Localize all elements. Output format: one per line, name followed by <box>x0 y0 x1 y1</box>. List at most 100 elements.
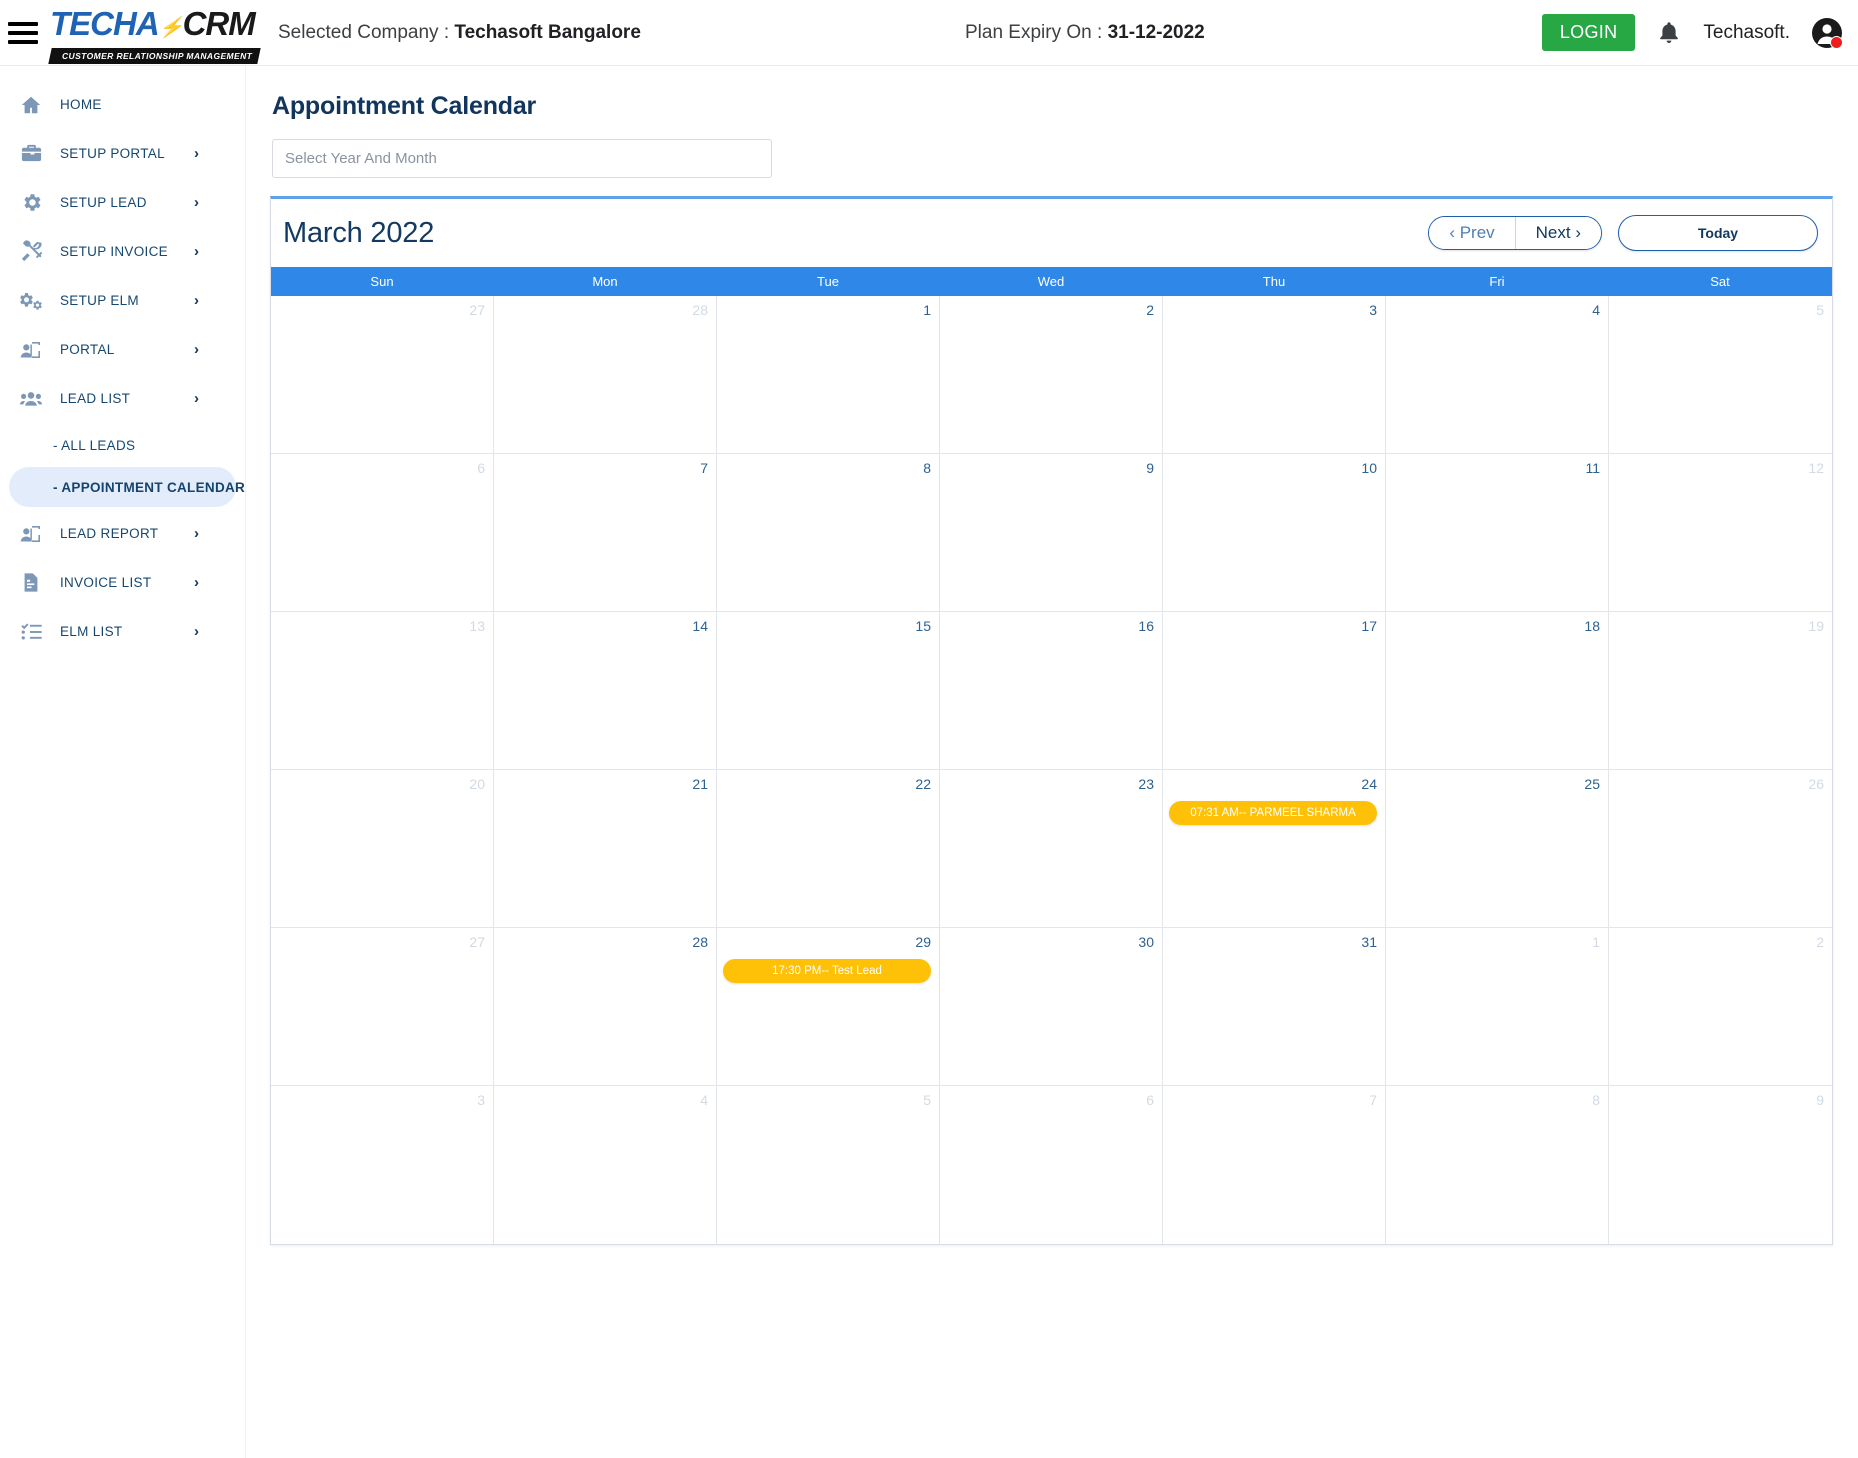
sidebar-item-setup-elm[interactable]: SETUP ELM › <box>0 276 245 325</box>
calendar-day-header: Tue <box>717 267 940 296</box>
gear-icon <box>18 190 44 216</box>
calendar-day-number: 13 <box>469 618 485 634</box>
calendar-day-cell[interactable]: 28 <box>494 296 717 453</box>
today-button[interactable]: Today <box>1618 215 1818 251</box>
plan-expiry: Plan Expiry On : 31-12-2022 <box>965 22 1205 44</box>
user-name-label: Techasoft. <box>1703 21 1790 43</box>
calendar-day-number: 14 <box>692 618 708 634</box>
calendar-day-cell[interactable]: 29 17:30 PM-- Test Lead <box>717 928 940 1085</box>
hamburger-menu-icon[interactable] <box>8 21 42 44</box>
calendar-day-number: 27 <box>469 934 485 950</box>
calendar-day-cell[interactable]: 14 <box>494 612 717 769</box>
calendar-day-cell[interactable]: 30 <box>940 928 1163 1085</box>
sidebar-item-appointment-calendar[interactable]: - APPOINTMENT CALENDAR <box>9 467 245 507</box>
calendar-day-cell[interactable]: 27 <box>271 296 494 453</box>
calendar-day-cell[interactable]: 11 <box>1386 454 1609 611</box>
calendar-day-cell[interactable]: 3 <box>271 1086 494 1244</box>
chevron-right-icon[interactable]: › <box>194 244 199 259</box>
calendar-day-cell[interactable]: 22 <box>717 770 940 927</box>
sidebar-item-lead-report[interactable]: LEAD REPORT › <box>0 509 245 558</box>
selected-company-value: Techasoft Bangalore <box>454 21 641 43</box>
gears-icon <box>18 288 44 314</box>
calendar-day-cell[interactable]: 17 <box>1163 612 1386 769</box>
avatar[interactable] <box>1812 17 1843 49</box>
calendar-day-cell[interactable]: 8 <box>717 454 940 611</box>
calendar-day-cell[interactable]: 15 <box>717 612 940 769</box>
calendar-week-row: 27 28 1 2 3 4 5 <box>271 296 1832 454</box>
selected-company: Selected Company : Techasoft Bangalore <box>278 22 641 44</box>
sidebar-item-setup-lead[interactable]: SETUP LEAD › <box>0 178 245 227</box>
sidebar-item-all-leads[interactable]: - ALL LEADS <box>9 425 236 465</box>
calendar-day-cell[interactable]: 13 <box>271 612 494 769</box>
year-month-input[interactable] <box>272 139 772 178</box>
chevron-right-icon[interactable]: › <box>194 293 199 308</box>
calendar-day-cell[interactable]: 2 <box>940 296 1163 453</box>
calendar-day-cell[interactable]: 9 <box>940 454 1163 611</box>
sidebar-item-lead-list[interactable]: LEAD LIST › <box>0 374 245 423</box>
sidebar-item-elm-list[interactable]: ELM LIST › <box>0 607 245 656</box>
calendar-day-header: Sun <box>271 267 494 296</box>
calendar-day-headers: Sun Mon Tue Wed Thu Fri Sat <box>271 267 1832 296</box>
calendar-day-number: 8 <box>1592 1092 1600 1108</box>
calendar-day-cell[interactable]: 8 <box>1386 1086 1609 1244</box>
sidebar-item-setup-portal[interactable]: SETUP PORTAL › <box>0 129 245 178</box>
calendar-day-cell[interactable]: 4 <box>1386 296 1609 453</box>
chevron-right-icon[interactable]: › <box>194 391 199 406</box>
calendar-week-row: 3 4 5 6 7 8 9 <box>271 1086 1832 1244</box>
calendar-day-cell[interactable]: 19 <box>1609 612 1832 769</box>
sidebar-item-home[interactable]: HOME <box>0 80 245 129</box>
sidebar-item-setup-invoice[interactable]: SETUP INVOICE › <box>0 227 245 276</box>
chevron-right-icon[interactable]: › <box>194 342 199 357</box>
calendar-day-cell[interactable]: 1 <box>1386 928 1609 1085</box>
calendar-day-cell[interactable]: 16 <box>940 612 1163 769</box>
calendar-day-cell[interactable]: 5 <box>1609 296 1832 453</box>
calendar-day-cell[interactable]: 4 <box>494 1086 717 1244</box>
calendar-day-cell[interactable]: 9 <box>1609 1086 1832 1244</box>
calendar-day-number: 4 <box>1592 302 1600 318</box>
login-button[interactable]: LOGIN <box>1541 14 1636 51</box>
calendar-day-cell[interactable]: 27 <box>271 928 494 1085</box>
calendar-day-cell[interactable]: 6 <box>940 1086 1163 1244</box>
calendar-day-number: 6 <box>1146 1092 1154 1108</box>
calendar-day-cell[interactable]: 10 <box>1163 454 1386 611</box>
next-month-button[interactable]: Next › <box>1515 216 1601 250</box>
chevron-right-icon[interactable]: › <box>194 195 199 210</box>
calendar-day-cell[interactable]: 12 <box>1609 454 1832 611</box>
calendar-day-cell[interactable]: 6 <box>271 454 494 611</box>
calendar-event[interactable]: 17:30 PM-- Test Lead <box>723 958 931 983</box>
calendar-day-cell[interactable]: 1 <box>717 296 940 453</box>
calendar-day-number: 9 <box>1816 1092 1824 1108</box>
calendar-day-cell[interactable]: 5 <box>717 1086 940 1244</box>
calendar-day-cell[interactable]: 2 <box>1609 928 1832 1085</box>
calendar-day-cell[interactable]: 3 <box>1163 296 1386 453</box>
header-actions: LOGIN Techasoft. <box>1541 14 1843 51</box>
calendar-day-cell[interactable]: 28 <box>494 928 717 1085</box>
plan-expiry-date: 31-12-2022 <box>1107 21 1205 43</box>
calendar-day-number: 3 <box>1369 302 1377 318</box>
notification-bell-icon[interactable] <box>1657 20 1681 46</box>
chevron-right-icon[interactable]: › <box>194 146 199 161</box>
sidebar-item-portal[interactable]: PORTAL › <box>0 325 245 374</box>
calendar-day-cell[interactable]: 7 <box>494 454 717 611</box>
prev-month-button[interactable]: ‹ Prev <box>1429 216 1516 250</box>
calendar-day-number: 20 <box>469 776 485 792</box>
chevron-right-icon[interactable]: › <box>194 575 199 590</box>
calendar-day-cell[interactable]: 20 <box>271 770 494 927</box>
chevron-right-icon[interactable]: › <box>194 624 199 639</box>
logo-text-secondary: CRM <box>182 4 256 42</box>
chevron-right-icon[interactable]: › <box>194 526 199 541</box>
calendar-day-number: 17 <box>1361 618 1377 634</box>
calendar-event[interactable]: 07:31 AM-- PARMEEL SHARMA <box>1169 800 1377 825</box>
calendar-day-cell[interactable]: 21 <box>494 770 717 927</box>
home-icon <box>18 92 44 118</box>
sidebar-item-invoice-list[interactable]: INVOICE LIST › <box>0 558 245 607</box>
calendar-day-cell[interactable]: 26 <box>1609 770 1832 927</box>
appointment-calendar: March 2022 ‹ Prev Next › Today Sun Mon Tue… <box>270 196 1833 1245</box>
calendar-day-cell[interactable]: 23 <box>940 770 1163 927</box>
calendar-day-cell[interactable]: 31 <box>1163 928 1386 1085</box>
calendar-day-cell[interactable]: 25 <box>1386 770 1609 927</box>
calendar-day-cell[interactable]: 7 <box>1163 1086 1386 1244</box>
logo-text-primary: TECHA <box>50 4 160 42</box>
calendar-day-cell[interactable]: 24 07:31 AM-- PARMEEL SHARMA <box>1163 770 1386 927</box>
calendar-day-cell[interactable]: 18 <box>1386 612 1609 769</box>
